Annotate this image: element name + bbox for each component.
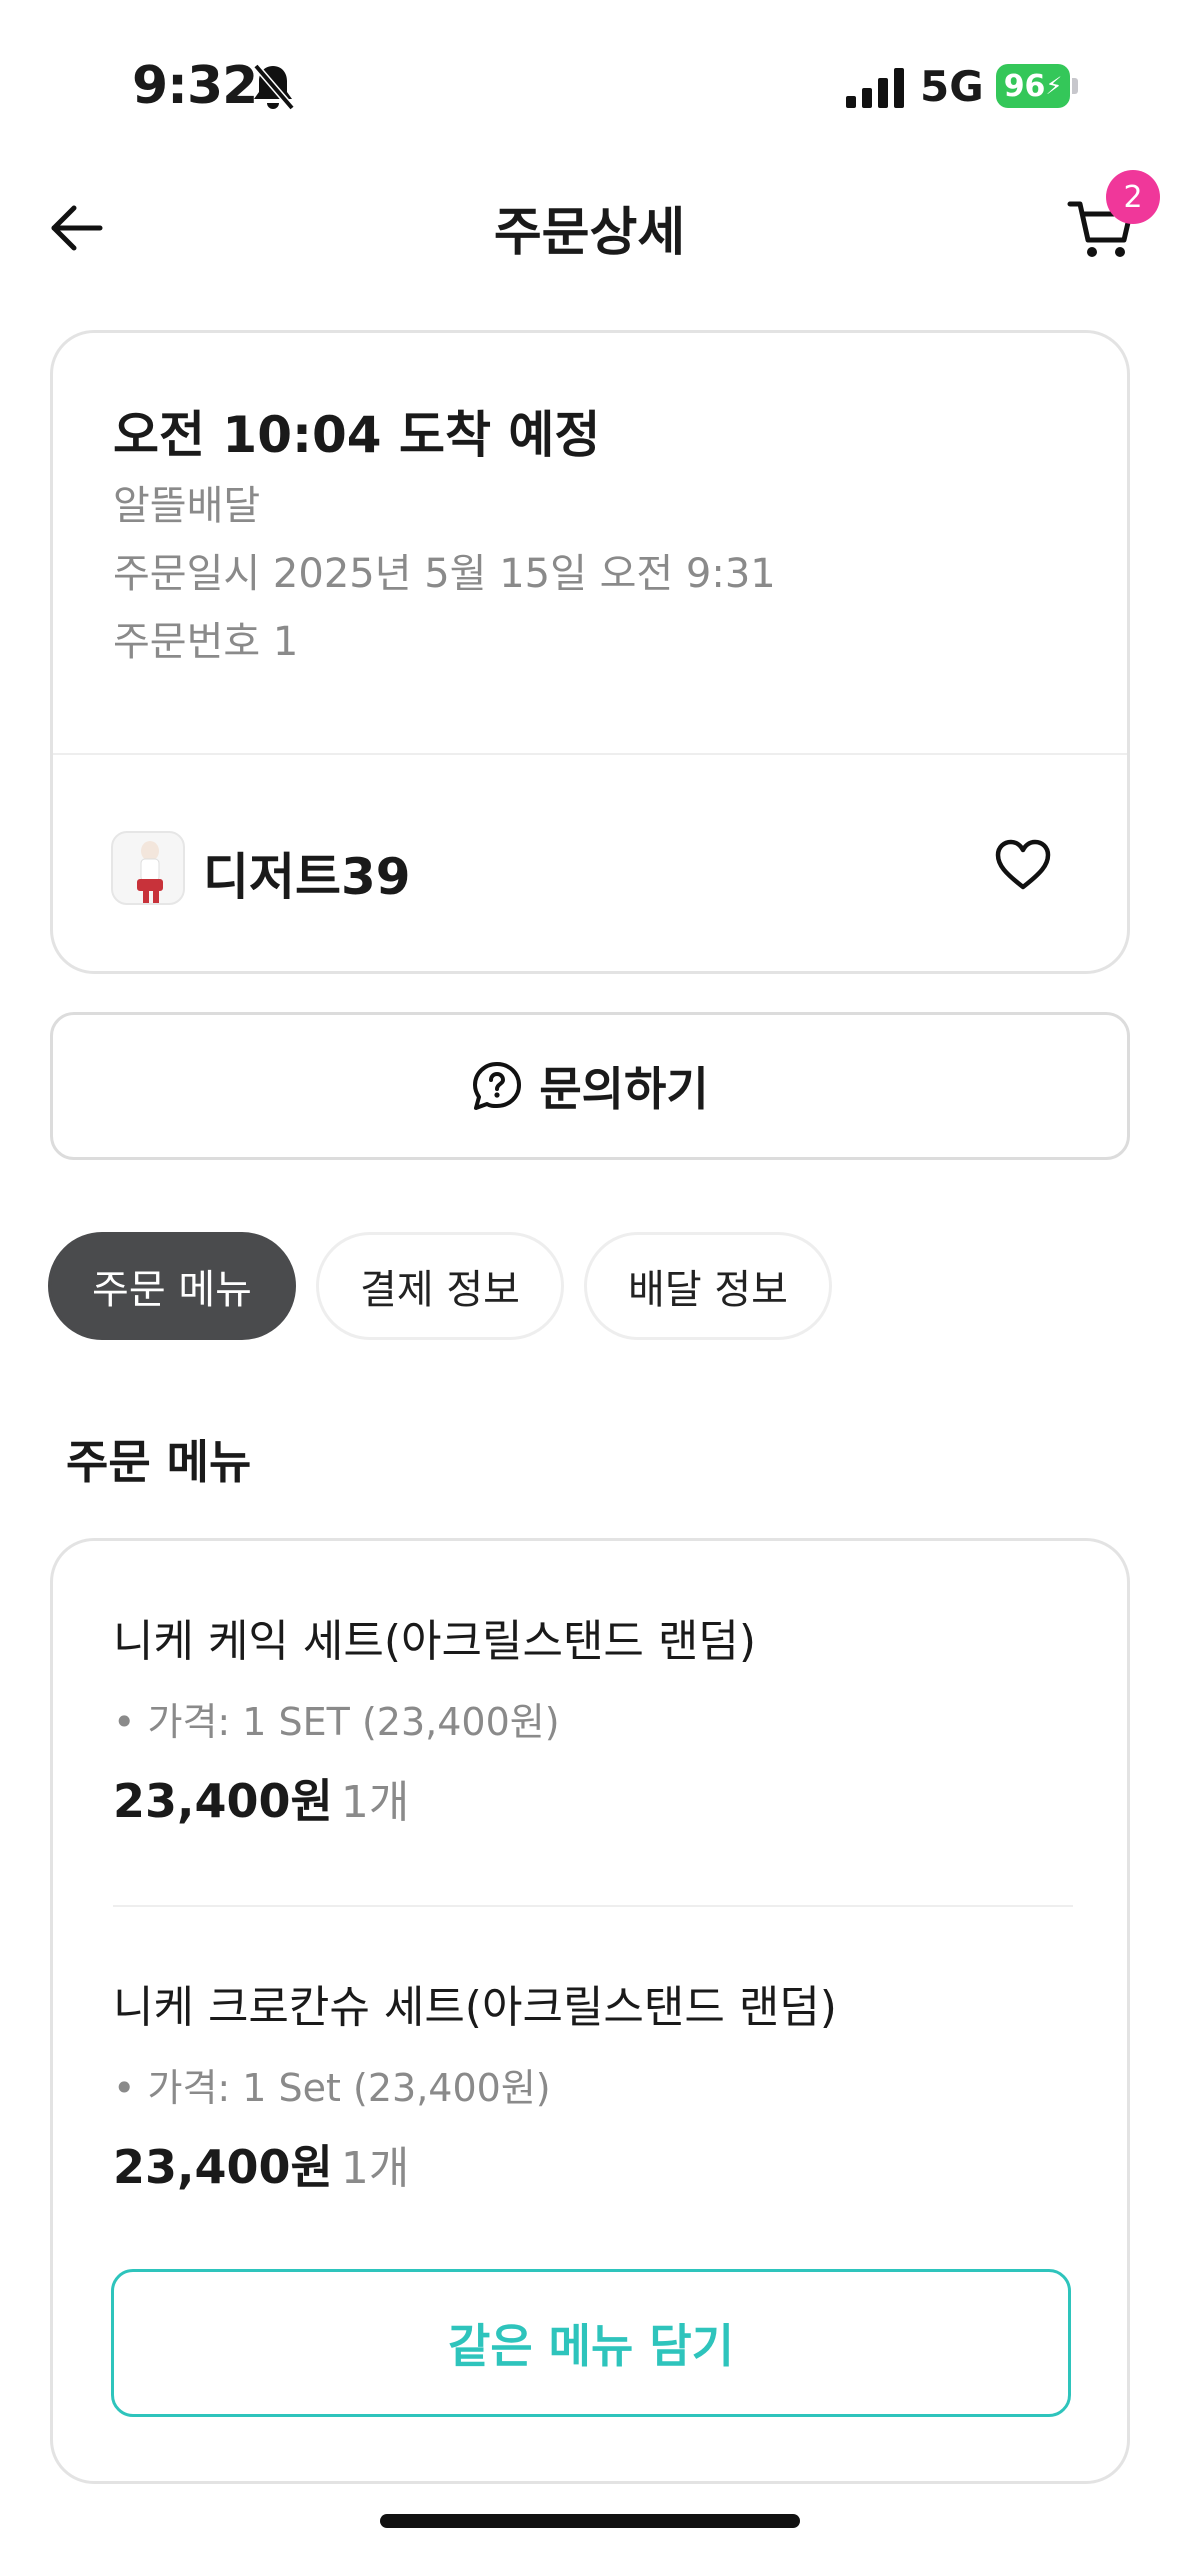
item-price: 23,400원 <box>113 1774 333 1828</box>
status-bar: 9:32 5G 96 ⚡ <box>0 0 1179 170</box>
battery-indicator: 96 ⚡ <box>996 64 1078 108</box>
divider <box>53 753 1127 755</box>
heart-icon[interactable] <box>993 837 1053 893</box>
divider <box>113 1905 1073 1907</box>
order-menu-card: 니케 케익 세트(아크릴스탠드 랜덤) • 가격: 1 SET (23,400원… <box>50 1538 1130 2484</box>
home-indicator <box>380 2514 800 2528</box>
item-quantity: 1개 <box>340 1777 410 1828</box>
item-quantity: 1개 <box>340 2143 410 2194</box>
question-chat-icon <box>473 1062 522 1110</box>
item-option: • 가격: 1 SET (23,400원) <box>113 1700 560 1744</box>
item-option: • 가격: 1 Set (23,400원) <box>113 2066 551 2110</box>
section-title: 주문 메뉴 <box>66 1435 252 1489</box>
nav-bar: 주문상세 2 <box>0 170 1179 290</box>
order-number: 주문번호 1 <box>113 619 299 665</box>
signal-icon <box>846 68 904 108</box>
item-name: 니케 크로칸슈 세트(아크릴스탠드 랜덤) <box>113 1982 837 2033</box>
bell-slash-icon <box>253 63 295 111</box>
order-summary-card: 오전 10:04 도착 예정 알뜰배달 주문일시 2025년 5월 15일 오전… <box>50 330 1130 974</box>
tab-order-menu[interactable]: 주문 메뉴 <box>48 1232 296 1340</box>
inquiry-label: 문의하기 <box>539 1062 709 1116</box>
cart-count-badge: 2 <box>1106 170 1160 224</box>
page-title: 주문상세 <box>493 203 686 263</box>
arrival-time: 오전 10:04 도착 예정 <box>113 406 601 464</box>
item-price: 23,400원 <box>113 2140 333 2194</box>
charging-icon: ⚡ <box>1045 72 1063 100</box>
store-name[interactable]: 디저트39 <box>203 837 411 909</box>
tab-payment-info[interactable]: 결제 정보 <box>316 1232 564 1340</box>
item-price-row: 23,400원 1개 <box>113 2131 409 2197</box>
delivery-type: 알뜰배달 <box>113 483 261 529</box>
add-same-menu-button[interactable]: 같은 메뉴 담기 <box>111 2269 1071 2417</box>
inquiry-button[interactable]: 문의하기 <box>50 1012 1130 1160</box>
network-type: 5G <box>920 62 984 111</box>
store-thumbnail[interactable] <box>111 831 185 905</box>
item-name: 니케 케익 세트(아크릴스탠드 랜덤) <box>113 1616 757 1667</box>
battery-level: 96 <box>1003 68 1046 104</box>
item-price-row: 23,400원 1개 <box>113 1765 409 1831</box>
order-datetime: 주문일시 2025년 5월 15일 오전 9:31 <box>113 551 776 597</box>
tab-delivery-info[interactable]: 배달 정보 <box>584 1232 832 1340</box>
status-time: 9:32 <box>132 56 258 116</box>
